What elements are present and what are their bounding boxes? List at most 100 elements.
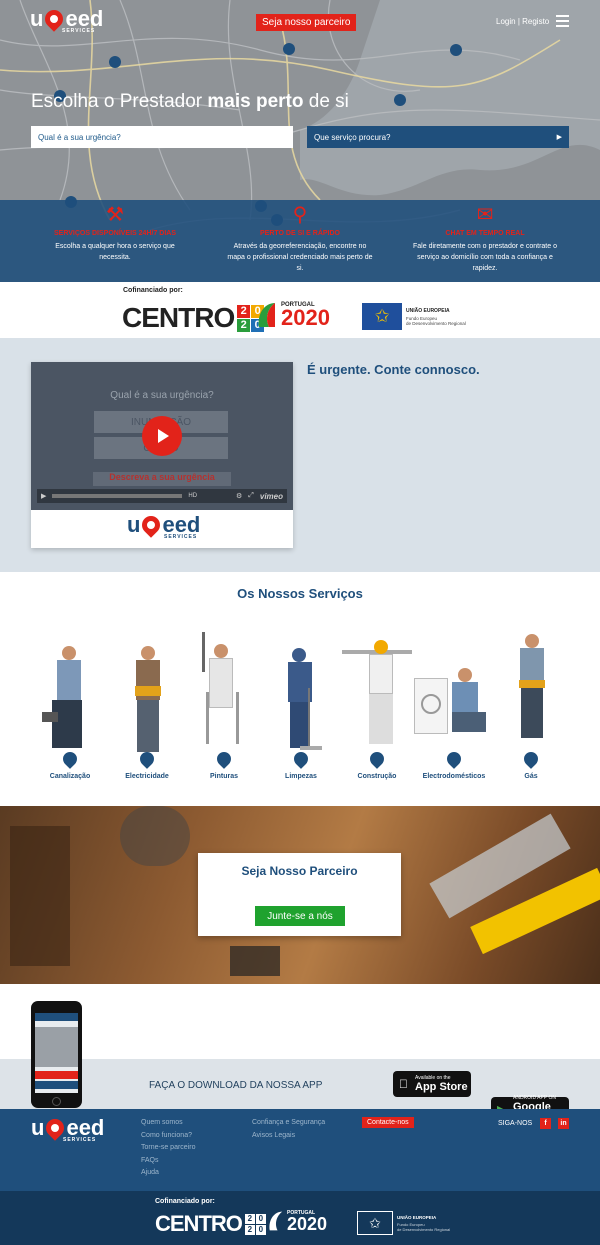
- video-controls: ▶ HD ⚙ ⤢ vimeo: [37, 489, 287, 503]
- linkedin-icon[interactable]: in: [558, 1118, 569, 1129]
- drop-icon: [291, 749, 311, 769]
- footer-link-avisos[interactable]: Avisos Legais: [252, 1130, 325, 1143]
- eu-title: UNIÃO EUROPEIA: [406, 307, 450, 314]
- footer-logo-eed: eed: [66, 1115, 105, 1140]
- service-limpezas-pin[interactable]: [291, 749, 311, 769]
- service-construcao-label[interactable]: Construção: [347, 773, 407, 780]
- phone-home-button: [52, 1097, 61, 1106]
- video-play-small-icon[interactable]: ▶: [41, 492, 46, 500]
- feature-1-title: SERVIÇOS DISPONÍVEIS 24H/7 DIAS: [53, 230, 177, 237]
- footer-logo[interactable]: u eed: [31, 1115, 105, 1141]
- service-select[interactable]: Que serviço procura? ▶: [307, 126, 569, 148]
- card-logo-pin-icon: [138, 512, 165, 538]
- eu-sub2: de Desenvolvimento Regional: [406, 320, 466, 326]
- centro2020-logo: CENTRO 2 0 2 0: [122, 302, 265, 334]
- partner-banner: Seja Nosso Parceiro Junte-se a nós: [0, 806, 600, 984]
- service-pinturas-label[interactable]: Pinturas: [194, 773, 254, 780]
- video-card: Qual é a sua urgência? INUNDAÇÃO CURTO D…: [31, 362, 293, 548]
- footer-portugal-year: 2020: [287, 1214, 328, 1234]
- login-link[interactable]: Login: [496, 17, 516, 26]
- contact-button[interactable]: Contacte-nos: [362, 1117, 414, 1128]
- fullscreen-icon[interactable]: ⤢: [248, 492, 254, 500]
- auth-separator: |: [517, 17, 520, 26]
- footer-eu-logo: ✩ UNIÃO EUROPEIA Fundo Europeu de Desenv…: [357, 1211, 450, 1235]
- worker-appliance: [414, 668, 494, 738]
- centro-text: CENTRO: [122, 302, 235, 333]
- facebook-icon[interactable]: f: [540, 1118, 551, 1129]
- faucet-icon: [60, 749, 80, 769]
- service-electricidade-pin[interactable]: [137, 749, 157, 769]
- play-button[interactable]: [142, 416, 182, 456]
- hamburger-icon[interactable]: [556, 15, 569, 27]
- footer-cofinancing: Cofinanciado por: CENTRO 2 0 2 0 PORTUGA…: [0, 1191, 600, 1245]
- wrench-icon: ⚒: [106, 204, 124, 226]
- feature-1: ⚒ SERVIÇOS DISPONÍVEIS 24H/7 DIAS Escolh…: [40, 204, 190, 263]
- hero-title-post: de si: [303, 91, 349, 112]
- service-limpezas-label[interactable]: Limpezas: [271, 773, 331, 780]
- vimeo-brand[interactable]: vimeo: [260, 492, 283, 501]
- footer-link-quem-somos[interactable]: Quem somos: [141, 1117, 195, 1130]
- footer-link-ajuda[interactable]: Ajuda: [141, 1167, 195, 1180]
- services-title: Os Nossos Serviços: [237, 586, 363, 601]
- footer-link-como-funciona[interactable]: Como funciona?: [141, 1130, 195, 1143]
- portugal-year: 2020: [281, 305, 330, 330]
- centro-digit-3: 2: [237, 318, 251, 332]
- services-row: Canalização Electricidade Pinturas Limpe…: [0, 628, 600, 788]
- service-canalizacao-pin[interactable]: [60, 749, 80, 769]
- video-question: Qual é a sua urgência?: [110, 390, 214, 401]
- service-gas-pin[interactable]: [521, 749, 541, 769]
- auth-links: Login | Registo: [496, 17, 549, 26]
- footer-link-faqs[interactable]: FAQs: [141, 1155, 195, 1168]
- worker-gas: [512, 634, 552, 742]
- join-button[interactable]: Junte-se a nós: [255, 906, 345, 926]
- footer-link-confianca[interactable]: Confiança e Segurança: [252, 1117, 325, 1130]
- hero-title: Escolha o Prestador mais perto de si: [31, 91, 349, 113]
- service-canalizacao-label[interactable]: Canalização: [40, 773, 100, 780]
- partner-header-button[interactable]: Seja nosso parceiro: [256, 14, 357, 31]
- footer: u eed SERVICES Quem somos Como funciona?…: [0, 1109, 600, 1191]
- feature-3-text: Fale diretamente com o prestador e contr…: [413, 243, 557, 272]
- phone-screen: [35, 1013, 78, 1093]
- service-construcao-pin[interactable]: [367, 749, 387, 769]
- service-gas-label[interactable]: Gás: [501, 773, 561, 780]
- header-logo[interactable]: u eed: [30, 6, 103, 32]
- footer-centro-digits: 2 0 2 0: [244, 1213, 266, 1235]
- hero-title-pre: Escolha o Prestador: [31, 91, 208, 112]
- card-logo: u eed: [127, 512, 200, 538]
- footer-cofinancing-label: Cofinanciado por:: [155, 1198, 215, 1205]
- worker-painter: [196, 632, 250, 746]
- worker-cleaner: [280, 648, 324, 752]
- feature-1-text: Escolha a qualquer hora o serviço que ne…: [55, 243, 175, 261]
- feature-3-title: CHAT EM TEMPO REAL: [445, 230, 525, 237]
- feature-3: ✉ CHAT EM TEMPO REAL Fale diretamente co…: [410, 204, 560, 274]
- footer-centro-digit-2: 0: [255, 1213, 266, 1224]
- footer-col-2: Confiança e Segurança Avisos Legais: [252, 1117, 325, 1142]
- footer-link-torne-se-parceiro[interactable]: Torne-se parceiro: [141, 1142, 195, 1155]
- settings-icon[interactable]: ⚙: [236, 492, 242, 500]
- partner-card: Seja Nosso Parceiro Junte-se a nós: [198, 853, 401, 936]
- register-link[interactable]: Registo: [522, 17, 549, 26]
- portugal2020-logo: PORTUGAL 2020: [257, 301, 330, 329]
- flame-icon: [521, 749, 541, 769]
- service-select-label: Que serviço procura?: [314, 132, 391, 142]
- lightning-icon: [137, 749, 157, 769]
- appstore-button[interactable]:  Available on the App Store: [393, 1071, 471, 1097]
- service-electrodomesticos-label[interactable]: Electrodomésticos: [414, 773, 494, 780]
- map-pin-icon: ⚲: [292, 204, 308, 226]
- worker-builder: [342, 640, 416, 748]
- video-progress[interactable]: [52, 494, 183, 498]
- worker-plumber: [40, 646, 95, 756]
- washing-machine-icon: [444, 749, 464, 769]
- video-hd[interactable]: HD: [188, 493, 197, 499]
- video-player[interactable]: Qual é a sua urgência? INUNDAÇÃO CURTO D…: [31, 362, 293, 510]
- logo-text-u: u: [30, 6, 44, 31]
- video-describe: Descreva a sua urgência: [93, 472, 231, 486]
- service-electrodomesticos-pin[interactable]: [444, 749, 464, 769]
- partner-title: Seja Nosso Parceiro: [241, 864, 358, 878]
- service-electricidade-label[interactable]: Electricidade: [117, 773, 177, 780]
- play-icon: [158, 429, 169, 443]
- eu-logo: ✩ UNIÃO EUROPEIA Fundo Europeu de Desenv…: [362, 303, 466, 330]
- footer-logo-sub: SERVICES: [63, 1137, 97, 1143]
- service-pinturas-pin[interactable]: [214, 749, 234, 769]
- urgency-input[interactable]: Qual é a sua urgência?: [31, 126, 293, 148]
